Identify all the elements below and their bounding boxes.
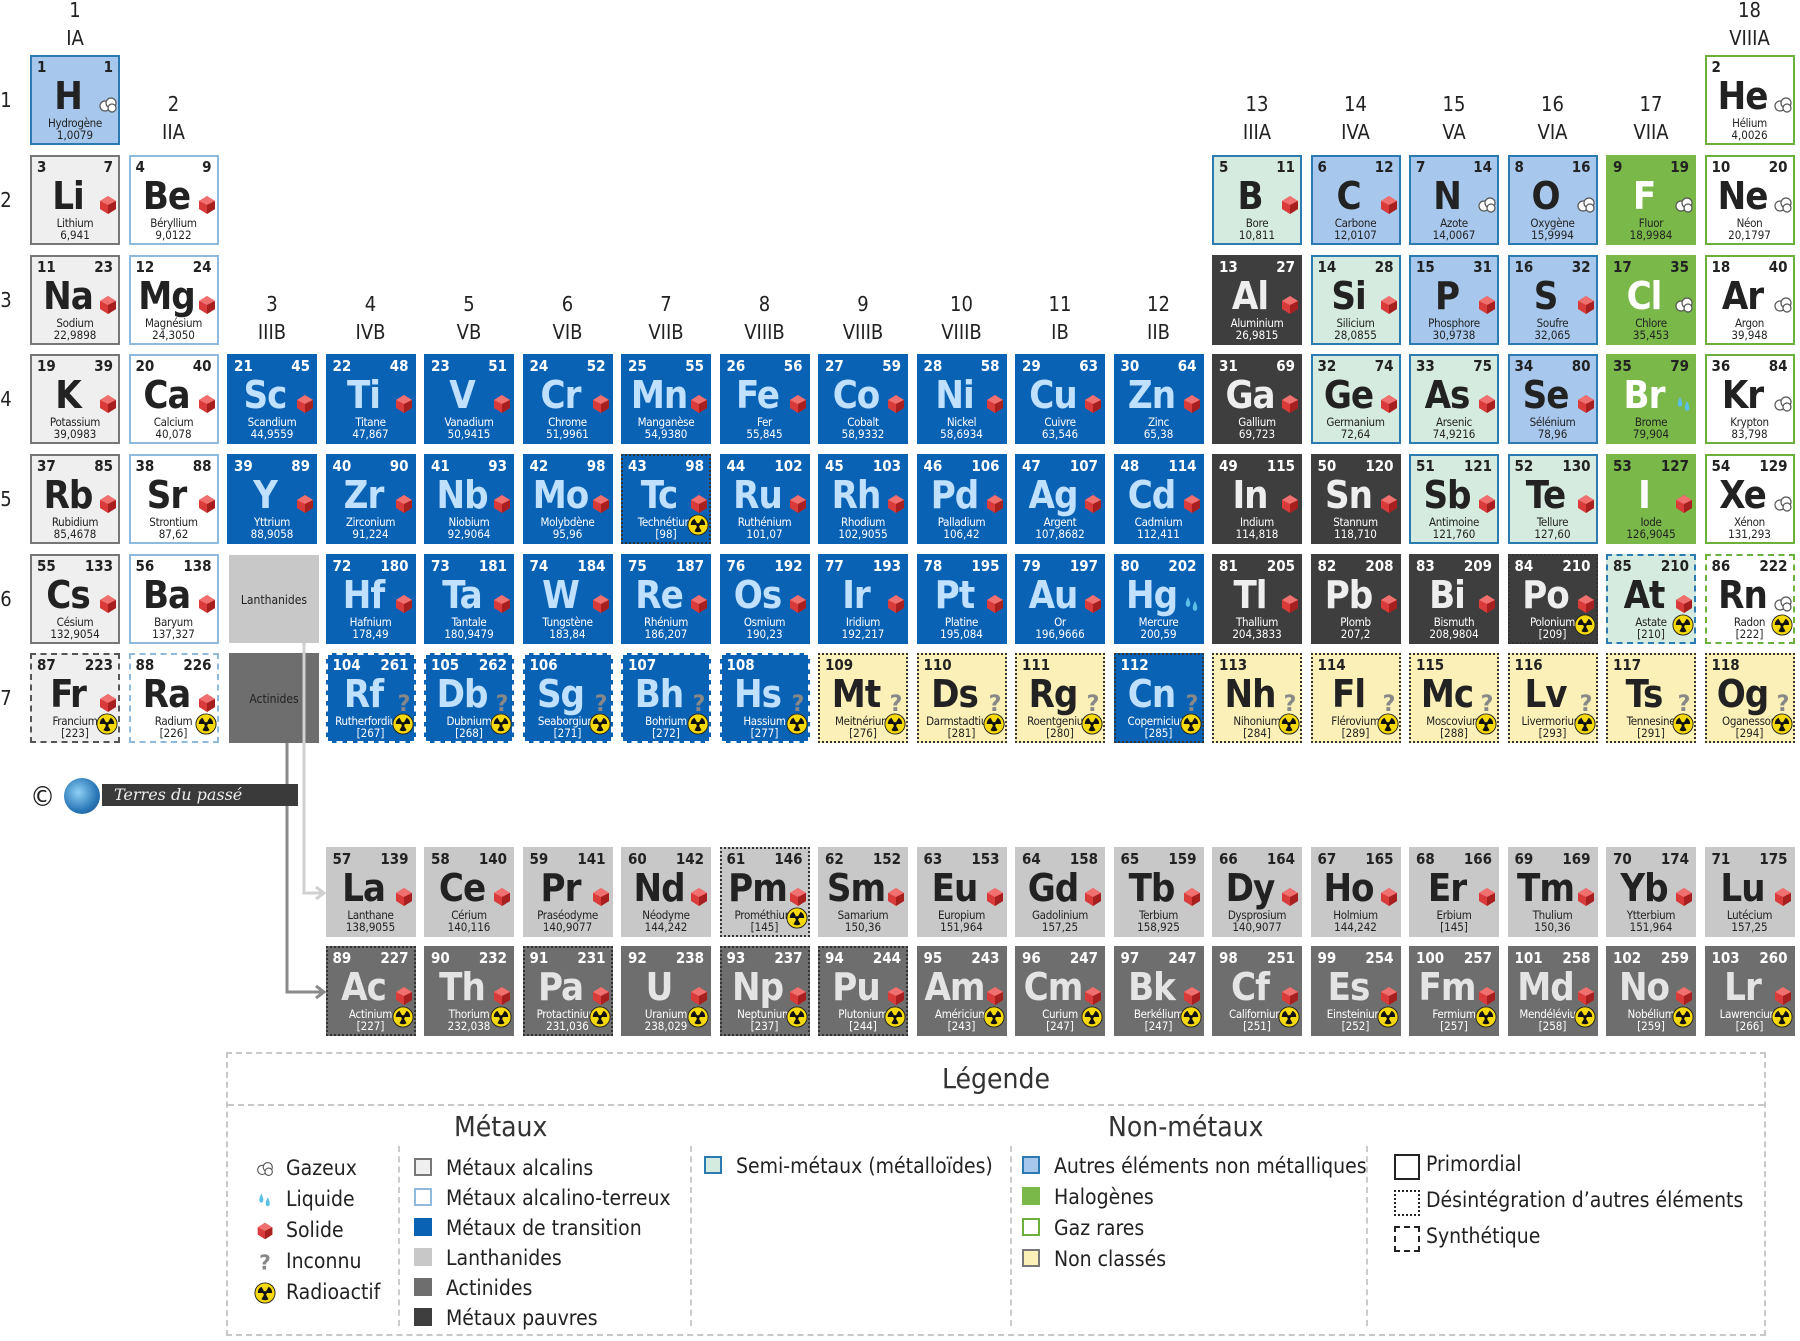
legend-label: Gazeux (286, 1156, 357, 1180)
legend-sep-1 (398, 1146, 400, 1326)
legend-label: Actinides (446, 1276, 533, 1300)
nonmetals-heading: Non-métaux (1108, 1110, 1264, 1143)
legend-label: Métaux pauvres (446, 1306, 598, 1330)
legend-swatch (414, 1188, 432, 1206)
legend-swatch (414, 1158, 432, 1176)
legend-swatch (1022, 1249, 1040, 1267)
legend-title: Légende (941, 1062, 1050, 1095)
legend-swatch (1394, 1190, 1420, 1216)
copyright-symbol: © (30, 780, 56, 813)
legend-sep-2 (690, 1146, 692, 1326)
legend-swatch (1394, 1226, 1420, 1252)
question-mark-icon: ? (259, 1251, 271, 1273)
legend-label: Synthétique (1426, 1224, 1541, 1248)
legend-swatch (414, 1278, 432, 1296)
legend-label: Liquide (286, 1187, 355, 1211)
legend: Légende Métaux Non-métaux Gazeux Liquide S… (226, 1052, 1766, 1336)
legend-label: Désintégration d’autres éléments (1426, 1188, 1744, 1212)
metals-heading: Métaux (454, 1110, 548, 1143)
logo-globe (64, 778, 100, 814)
copyright-badge: © Terres du passé (30, 778, 298, 816)
legend-label: Métaux de transition (446, 1216, 642, 1240)
legend-swatch (1394, 1154, 1420, 1180)
legend-swatch (414, 1308, 432, 1326)
legend-sep-3 (1010, 1146, 1012, 1326)
radioactive-icon (254, 1282, 276, 1304)
solid-icon (257, 1222, 273, 1240)
legend-label: Lanthanides (446, 1246, 562, 1270)
legend-divider (228, 1104, 1764, 1106)
legend-label: Halogènes (1054, 1185, 1154, 1209)
gas-cloud-icon (257, 1162, 273, 1176)
legend-label: Primordial (1426, 1152, 1522, 1176)
liquid-drop-icon (259, 1193, 270, 1207)
legend-label: Métaux alcalino-terreux (446, 1186, 671, 1210)
legend-label: Radioactif (286, 1280, 381, 1304)
legend-label: Non classés (1054, 1247, 1167, 1271)
legend-swatch (1022, 1187, 1040, 1205)
copyright-text: Terres du passé (114, 785, 243, 804)
legend-swatch (1022, 1218, 1040, 1236)
legend-label: Solide (286, 1218, 344, 1242)
legend-swatch (414, 1248, 432, 1266)
legend-label: Gaz rares (1054, 1216, 1145, 1240)
legend-swatch (414, 1218, 432, 1236)
legend-label: Semi-métaux (métalloïdes) (736, 1154, 993, 1178)
legend-label: Inconnu (286, 1249, 362, 1273)
legend-label: Métaux alcalins (446, 1156, 594, 1180)
periodic-table: 1 IA 2 IIA 3 IIIB 4 IVB 5 VB 6 VIB 7 VIIB 8 VIIIB 9 VIIIB… (0, 0, 1800, 1341)
legend-swatch (1022, 1156, 1040, 1174)
svg-text:?: ? (259, 1251, 271, 1273)
legend-swatch (704, 1156, 722, 1174)
legend-label: Autres éléments non métalliques (1054, 1154, 1367, 1178)
